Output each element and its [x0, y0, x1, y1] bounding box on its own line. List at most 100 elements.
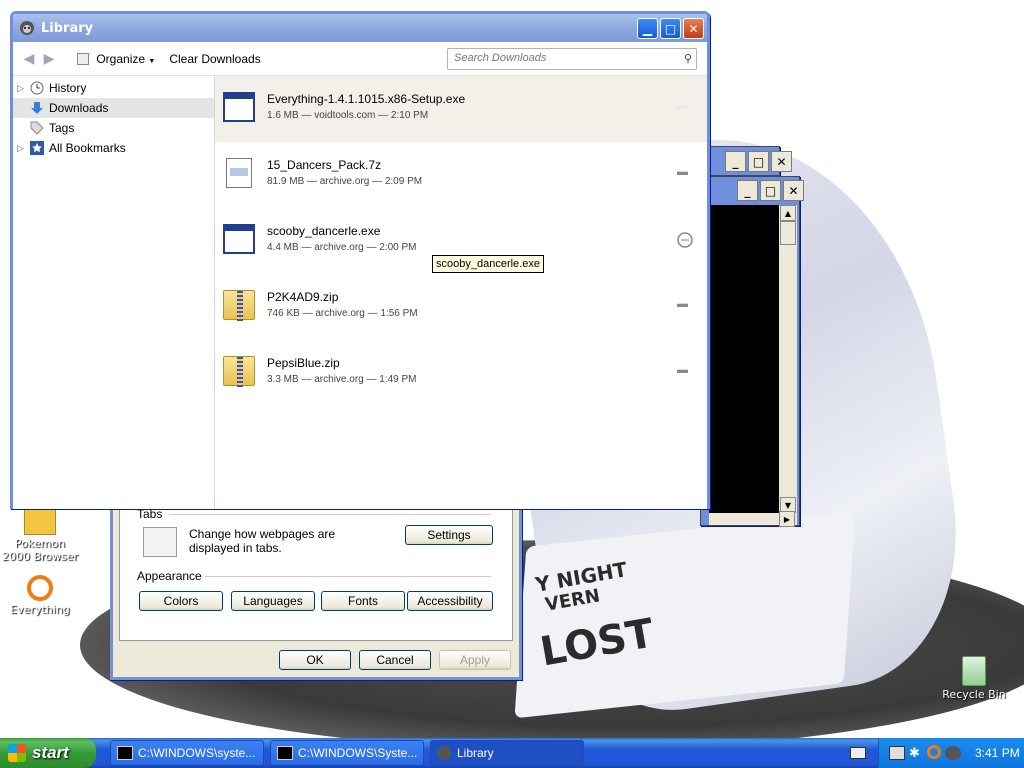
download-item[interactable]: Everything-1.4.1.1015.x86-Setup.exe 1.6 … — [215, 76, 707, 142]
scroll-right-button[interactable]: ▶ — [779, 511, 795, 527]
expand-twisty-icon[interactable]: ▷ — [17, 143, 29, 154]
back-arrow-icon[interactable]: ◀ — [19, 51, 39, 67]
library-toolbar: ◀ ▶ Organize ▼ Clear Downloads Search Do… — [13, 42, 707, 76]
desktop-icon-everything[interactable]: Everything — [0, 575, 80, 616]
network-icon[interactable] — [889, 746, 905, 760]
library-window[interactable]: Library ▁ □ ✕ ◀ ▶ Organize ▼ Clear Downl… — [10, 11, 710, 509]
languages-button[interactable]: Languages — [231, 591, 315, 611]
open-folder-icon[interactable]: ▬ — [677, 100, 693, 116]
download-item[interactable]: P2K4AD9.zip 746 KB — archive.org — 1:56 … — [215, 274, 707, 340]
title-bar[interactable]: Library — [13, 14, 707, 42]
library-sidebar: ▷ History Downloads Tags ▷ All Bookmarks — [13, 76, 215, 509]
download-arrow-icon — [29, 100, 45, 116]
download-meta: 4.4 MB — archive.org — 2:00 PM — [267, 242, 417, 253]
horizontal-scrollbar[interactable]: ▶ — [709, 511, 797, 527]
download-item[interactable]: 15_Dancers_Pack.7z 81.9 MB — archive.org… — [215, 142, 707, 208]
open-folder-icon[interactable]: ▬ — [677, 298, 693, 314]
everything-tray-icon[interactable] — [927, 745, 941, 759]
firefox-icon — [437, 746, 451, 760]
group-divider — [205, 576, 491, 577]
minimize-button[interactable]: _ — [725, 151, 746, 172]
console-window-1[interactable]: _ □ ✕ — [700, 146, 792, 176]
sidebar-item-tags[interactable]: Tags — [13, 118, 214, 138]
sidebar-item-label: All Bookmarks — [49, 141, 126, 155]
close-button[interactable]: ✕ — [683, 18, 704, 39]
firefox-tray-icon[interactable] — [945, 746, 961, 760]
system-tray: ✱ 3:41 PM — [878, 738, 1024, 768]
expand-twisty-icon[interactable]: ▷ — [17, 83, 29, 94]
taskbar-item-label: Library — [457, 746, 494, 760]
clock-icon — [29, 80, 45, 96]
clock[interactable]: 3:41 PM — [975, 746, 1020, 760]
open-folder-icon[interactable]: ▬ — [677, 364, 693, 380]
console-icon — [117, 746, 133, 760]
download-name: 15_Dancers_Pack.7z — [267, 158, 382, 172]
scroll-up-button[interactable]: ▲ — [780, 205, 796, 221]
colors-button[interactable]: Colors — [139, 591, 223, 611]
zip-folder-icon — [223, 290, 255, 322]
download-name: PepsiBlue.zip — [267, 356, 340, 370]
keyboard-language-icon[interactable] — [850, 747, 866, 759]
download-name: Everything-1.4.1.1015.x86-Setup.exe — [267, 92, 466, 106]
minimize-button[interactable]: _ — [737, 180, 758, 201]
close-button[interactable]: ✕ — [771, 151, 792, 172]
sidebar-item-downloads[interactable]: Downloads — [13, 98, 214, 118]
sidebar-item-label: Downloads — [49, 101, 109, 115]
minimize-button[interactable]: ▁ — [637, 18, 658, 39]
tabs-settings-button[interactable]: Settings — [405, 525, 493, 545]
person-icon[interactable]: ✱ — [909, 745, 923, 761]
maximize-button[interactable]: □ — [760, 180, 781, 201]
sidebar-item-all-bookmarks[interactable]: ▷ All Bookmarks — [13, 138, 214, 158]
accessibility-button[interactable]: Accessibility — [407, 591, 493, 611]
tag-icon — [29, 120, 45, 136]
everything-search-icon — [27, 575, 53, 601]
retry-download-icon[interactable] — [677, 232, 693, 248]
ok-button[interactable]: OK — [279, 650, 351, 670]
dropdown-arrow-icon: ▼ — [148, 57, 156, 65]
cancel-button[interactable]: Cancel — [359, 650, 431, 670]
maximize-button[interactable]: □ — [660, 18, 681, 39]
taskbar-item-console-1[interactable]: C:\WINDOWS\syste... — [110, 740, 264, 766]
zip-folder-icon — [223, 356, 255, 388]
desktop-icon-pokemon-browser[interactable]: Pokemon 2000 Browser — [0, 503, 80, 563]
appearance-group-label: Appearance — [137, 569, 202, 583]
download-item[interactable]: PepsiBlue.zip 3.3 MB — archive.org — 1:4… — [215, 340, 707, 406]
sidebar-item-history[interactable]: ▷ History — [13, 78, 214, 98]
console-window-2[interactable]: _ □ ✕ ▲ ▼ ▶ — [700, 176, 804, 527]
console-output[interactable] — [709, 205, 779, 513]
search-downloads-input[interactable]: Search Downloads ⚲ — [447, 48, 697, 70]
start-label: start — [32, 743, 69, 762]
search-icon[interactable]: ⚲ — [684, 52, 692, 65]
firefox-icon — [19, 20, 35, 36]
maximize-button[interactable]: □ — [748, 151, 769, 172]
wallpaper-hat-brim — [514, 511, 856, 719]
taskbar-item-library[interactable]: Library — [430, 740, 584, 766]
taskbar-item-label: C:\WINDOWS\Syste... — [298, 746, 418, 760]
clear-downloads-button[interactable]: Clear Downloads — [169, 52, 260, 66]
tabs-icon — [143, 527, 177, 557]
desktop-icon-recycle-bin[interactable]: Recycle Bin — [934, 656, 1014, 701]
search-placeholder: Search Downloads — [454, 52, 547, 64]
windows-logo-icon — [8, 744, 26, 762]
close-button[interactable]: ✕ — [783, 180, 804, 201]
open-folder-icon[interactable]: ▬ — [677, 166, 693, 182]
exe-icon — [223, 224, 255, 256]
download-meta: 1.6 MB — voidtools.com — 2:10 PM — [267, 110, 429, 121]
scrollbar[interactable]: ▲ ▼ — [779, 205, 797, 513]
fonts-button[interactable]: Fonts — [321, 591, 405, 611]
scroll-thumb[interactable] — [780, 221, 796, 245]
start-button[interactable]: start — [0, 738, 96, 768]
filename-tooltip: scooby_dancerle.exe — [432, 255, 544, 273]
organize-menu[interactable]: Organize ▼ — [77, 52, 155, 66]
downloads-list: Everything-1.4.1.1015.x86-Setup.exe 1.6 … — [215, 76, 707, 509]
download-name: P2K4AD9.zip — [267, 290, 339, 304]
taskbar-item-console-2[interactable]: C:\WINDOWS\Syste... — [270, 740, 424, 766]
organize-label: Organize — [96, 51, 146, 66]
download-meta: 746 KB — archive.org — 1:56 PM — [267, 308, 418, 319]
download-meta: 3.3 MB — archive.org — 1:49 PM — [267, 374, 417, 385]
options-dialog[interactable]: Tabs Change how webpages are displayed i… — [110, 500, 522, 680]
download-meta: 81.9 MB — archive.org — 2:09 PM — [267, 176, 423, 187]
taskbar: start C:\WINDOWS\syste... C:\WINDOWS\Sys… — [0, 738, 1024, 768]
forward-arrow-icon[interactable]: ▶ — [39, 51, 59, 67]
sidebar-item-label: Tags — [49, 121, 75, 135]
